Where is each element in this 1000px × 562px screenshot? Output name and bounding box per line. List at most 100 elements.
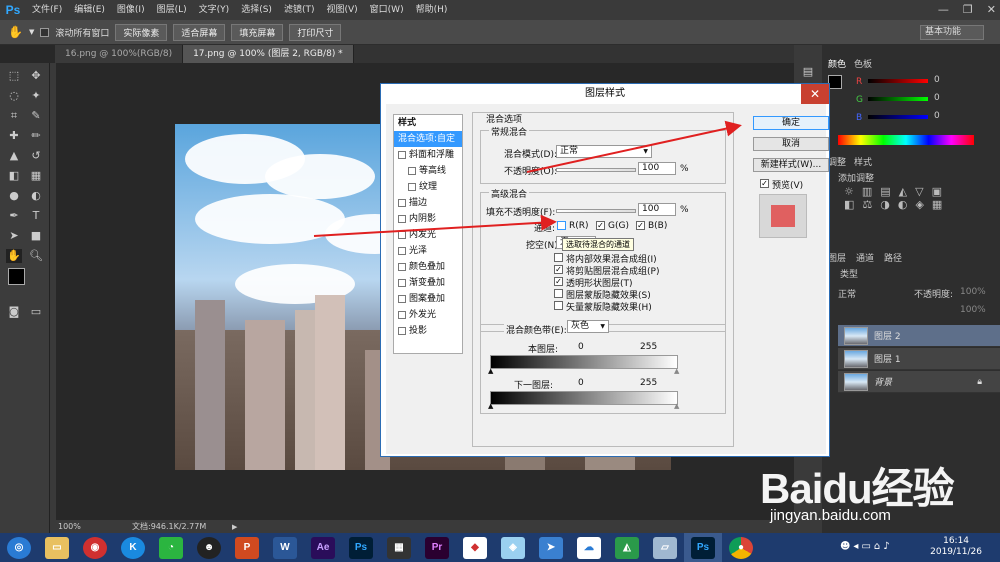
zoom-level[interactable]: 100% (58, 520, 81, 534)
green-value[interactable]: 0 (934, 93, 940, 103)
layer-row[interactable]: 图层 1 (838, 348, 1000, 370)
opacity-slider[interactable] (556, 168, 636, 172)
quick-mask-icon[interactable]: ◙ (6, 305, 22, 319)
start-button[interactable]: ◎ (0, 533, 38, 562)
print-size-button[interactable]: 打印尺寸 (289, 23, 342, 41)
layer-fill-value[interactable]: 100% (960, 305, 986, 315)
taskbar-premiere[interactable]: Pr (418, 533, 456, 562)
tab-styles[interactable]: 样式 (854, 155, 872, 168)
channel-r-checkbox[interactable] (557, 221, 566, 230)
style-checkbox[interactable] (408, 183, 416, 191)
underlying-white-handle-icon[interactable]: ▲ (674, 402, 679, 410)
menu-image[interactable]: 图像(I) (111, 0, 151, 20)
taskbar-powerpoint[interactable]: P (228, 533, 266, 562)
hand-tool-icon[interactable]: ✋ (6, 249, 22, 263)
tab-color[interactable]: 颜色 (828, 57, 846, 70)
taskbar-explorer[interactable]: ▭ (38, 533, 76, 562)
style-item-satin[interactable]: 光泽 (394, 243, 462, 259)
underlying-layer-gradient[interactable] (490, 391, 678, 405)
layer-kind-filter[interactable]: 类型 (840, 267, 858, 280)
style-checkbox[interactable] (398, 327, 406, 335)
style-item-stroke[interactable]: 描边 (394, 195, 462, 211)
magic-wand-icon[interactable]: ✦ (28, 89, 44, 103)
preview-checkbox[interactable]: ✓ (760, 179, 769, 188)
transparency-shapes-checkbox[interactable]: ✓ (554, 277, 563, 286)
vector-mask-hides-checkbox[interactable] (554, 301, 563, 310)
taskbar-clock[interactable]: 16:14 2019/11/26 (930, 536, 982, 558)
menu-edit[interactable]: 编辑(E) (68, 0, 111, 20)
tab-16png[interactable]: 16.png @ 100%(RGB/8) (55, 45, 184, 63)
blend-mode-select[interactable]: 正常 ▼ (556, 145, 652, 158)
blend-interior-checkbox[interactable] (554, 253, 563, 262)
screen-mode-icon[interactable]: ▭ (28, 305, 44, 319)
style-item-color-overlay[interactable]: 颜色叠加 (394, 259, 462, 275)
minimize-icon[interactable]: — (938, 0, 949, 20)
close-icon[interactable]: ✕ (987, 0, 996, 20)
foreground-color-swatch[interactable] (8, 268, 25, 285)
opacity-input[interactable]: 100 (638, 162, 676, 175)
taskbar-app-send[interactable]: ➤ (532, 533, 570, 562)
blur-tool-icon[interactable]: ● (6, 189, 22, 203)
chevron-down-icon[interactable]: ▼ (29, 28, 34, 36)
taskbar-photoshop[interactable]: Ps (342, 533, 380, 562)
taskbar-photoshop-active[interactable]: Ps (684, 533, 722, 562)
eyedropper-icon[interactable]: ✎ (28, 109, 44, 123)
this-layer-white-handle-icon[interactable]: ▲ (674, 367, 679, 375)
taskbar-aftereffects[interactable]: Ae (304, 533, 342, 562)
zoom-tool-icon[interactable]: 🔍︎ (28, 249, 44, 263)
hand-tool-icon[interactable]: ✋ (8, 25, 23, 39)
layer-mask-hides-checkbox[interactable] (554, 289, 563, 298)
style-item-texture[interactable]: 纹理 (394, 179, 462, 195)
taskbar-kugou[interactable]: K (114, 533, 152, 562)
taskbar-video[interactable]: ▦ (380, 533, 418, 562)
ok-button[interactable]: 确定 (753, 116, 829, 130)
gradient-tool-icon[interactable]: ▦ (28, 169, 44, 183)
blue-slider[interactable] (868, 115, 928, 119)
marquee-tool-icon[interactable]: ⬚ (6, 69, 22, 83)
menu-filter[interactable]: 滤镜(T) (278, 0, 321, 20)
style-checkbox[interactable] (398, 231, 406, 239)
actual-pixels-button[interactable]: 实际像素 (115, 23, 168, 41)
tab-17png[interactable]: 17.png @ 100% (图层 2, RGB/8) * (183, 45, 354, 63)
taskbar-netease[interactable]: ◉ (76, 533, 114, 562)
dialog-close-button[interactable]: ✕ (801, 84, 829, 104)
style-checkbox[interactable] (398, 279, 406, 287)
style-checkbox[interactable] (398, 199, 406, 207)
underlying-black-handle-icon[interactable]: ▲ (488, 402, 493, 410)
layer-blend-mode[interactable]: 正常 (838, 287, 856, 300)
system-tray[interactable]: ☻◂▭⌂♪ (840, 541, 893, 552)
scroll-all-checkbox[interactable] (40, 27, 50, 37)
menu-window[interactable]: 窗口(W) (364, 0, 410, 20)
menu-select[interactable]: 选择(S) (235, 0, 278, 20)
style-item-contour[interactable]: 等高线 (394, 163, 462, 179)
eraser-tool-icon[interactable]: ◧ (6, 169, 22, 183)
dodge-tool-icon[interactable]: ◐ (28, 189, 44, 203)
fill-opacity-slider[interactable] (556, 209, 636, 213)
menu-view[interactable]: 视图(V) (320, 0, 363, 20)
lasso-tool-icon[interactable]: ◌ (6, 89, 22, 103)
style-item-gradient-overlay[interactable]: 渐变叠加 (394, 275, 462, 291)
stamp-tool-icon[interactable]: ▲ (6, 149, 22, 163)
layer-name[interactable]: 图层 1 (874, 352, 901, 365)
taskbar-app-red[interactable]: ◆ (456, 533, 494, 562)
fill-screen-button[interactable]: 填充屏幕 (231, 23, 284, 41)
fit-screen-button[interactable]: 适合屏幕 (173, 23, 226, 41)
restore-icon[interactable]: ❐ (963, 0, 973, 20)
type-tool-icon[interactable]: T (28, 209, 44, 223)
style-item-bevel[interactable]: 斜面和浮雕 (394, 147, 462, 163)
taskbar-app-green[interactable]: ◭ (608, 533, 646, 562)
taskbar-baidu-pan[interactable]: ☁ (570, 533, 608, 562)
tab-paths[interactable]: 路径 (884, 251, 902, 264)
taskbar-chrome[interactable]: ● (722, 533, 760, 562)
layer-row[interactable]: 背景 🔒︎ (838, 371, 1000, 393)
taskbar-word[interactable]: W (266, 533, 304, 562)
style-checkbox[interactable] (398, 247, 406, 255)
menu-file[interactable]: 文件(F) (26, 0, 68, 20)
style-item-drop-shadow[interactable]: 投影 (394, 323, 462, 339)
style-item-outer-glow[interactable]: 外发光 (394, 307, 462, 323)
layer-name[interactable]: 背景 (874, 375, 892, 388)
heal-tool-icon[interactable]: ✚ (6, 129, 22, 143)
red-slider[interactable] (868, 79, 928, 83)
status-arrow-icon[interactable]: ▶ (232, 520, 237, 534)
color-spectrum[interactable] (838, 135, 974, 145)
